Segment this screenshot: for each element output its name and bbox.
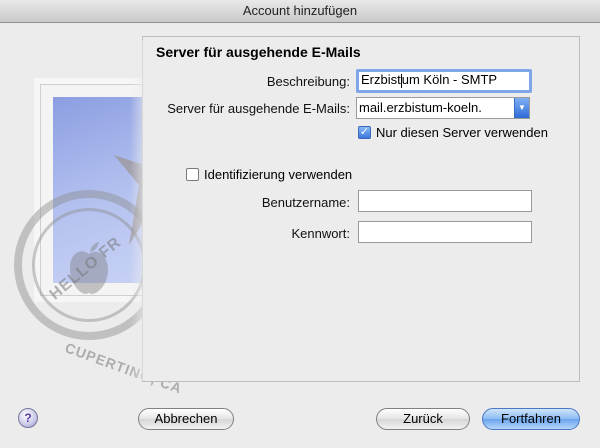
description-value-part1: Erzbist xyxy=(361,72,401,87)
section-title: Server für ausgehende E-Mails xyxy=(156,44,361,60)
description-field[interactable]: Erzbistum Köln - SMTP xyxy=(356,69,532,93)
window-title: Account hinzufügen xyxy=(242,3,358,18)
server-value: mail.erzbistum-koeln. xyxy=(359,100,482,115)
username-field[interactable] xyxy=(358,190,532,212)
panel-fade xyxy=(130,40,150,380)
password-field[interactable] xyxy=(358,221,532,243)
only-server-label: Nur diesen Server verwenden xyxy=(376,125,548,140)
only-server-checkbox[interactable]: ✓ xyxy=(358,126,371,139)
server-combo-box[interactable]: mail.erzbistum-koeln. ▼ xyxy=(356,97,530,119)
chevron-down-icon[interactable]: ▼ xyxy=(514,98,529,118)
help-button[interactable]: ? xyxy=(18,408,38,428)
back-button[interactable]: Zurück xyxy=(376,408,470,430)
auth-checkbox[interactable] xyxy=(186,168,199,181)
cancel-button[interactable]: Abbrechen xyxy=(138,408,234,430)
server-label: Server für ausgehende E-Mails: xyxy=(167,101,350,116)
window-titlebar: Account hinzufügen xyxy=(0,0,600,23)
password-label: Kennwort: xyxy=(291,226,350,241)
auth-label: Identifizierung verwenden xyxy=(204,167,353,182)
description-label: Beschreibung: xyxy=(266,74,350,89)
username-label: Benutzername: xyxy=(261,195,350,210)
continue-button[interactable]: Fortfahren xyxy=(482,408,580,430)
description-value-part2: um Köln - SMTP xyxy=(401,72,498,87)
